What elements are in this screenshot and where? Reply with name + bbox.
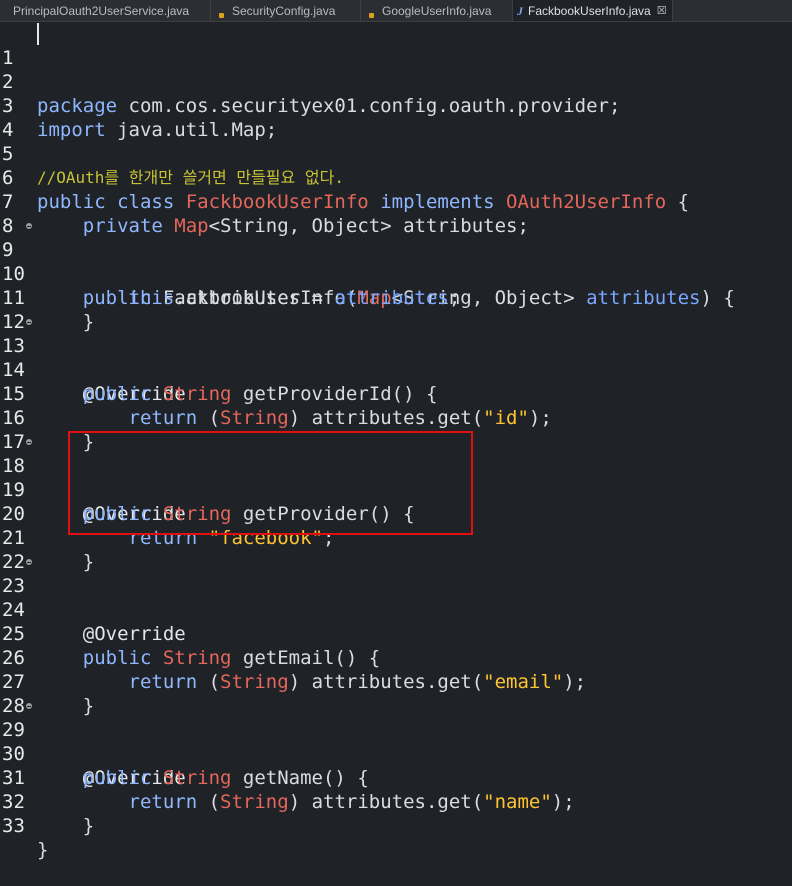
- tab-fackbook-user-info[interactable]: J FackbookUserInfo.java ☒: [513, 0, 673, 21]
- code-line: 13 @Override: [0, 310, 792, 405]
- java-file-modified-icon: [215, 4, 227, 18]
- code-line: 3 import java.util.Map;: [2, 95, 278, 141]
- code-line: 5 //OAuth를 한개만 쓸거면 만들필요 없다.: [0, 118, 792, 187]
- code-line: 10 this.attributes = attributes;: [2, 263, 461, 309]
- fold-toggle-icon[interactable]: [26, 319, 32, 325]
- code-line: 32 }: [2, 791, 95, 837]
- code-line: 31 return (String) attributes.get("name"…: [2, 767, 575, 813]
- fold-toggle-icon[interactable]: [26, 439, 32, 445]
- fold-toggle-icon[interactable]: [26, 559, 32, 565]
- code-line: 11 }: [2, 287, 95, 333]
- tab-security-config[interactable]: SecurityConfig.java: [211, 0, 361, 21]
- code-line: 33 }: [2, 815, 49, 861]
- tab-label: SecurityConfig.java: [232, 3, 336, 18]
- code-line: 30 public String getName() {: [2, 743, 369, 789]
- code-line: 26 return (String) attributes.get("email…: [2, 647, 587, 693]
- code-line: 16 }: [2, 407, 95, 453]
- close-tab-icon[interactable]: ☒: [657, 4, 667, 17]
- highlight-box: [68, 431, 473, 535]
- code-line: 28: [0, 670, 792, 717]
- code-line: 25 public String getEmail() {: [2, 623, 381, 669]
- code-line: 14 public String getProviderId() {: [2, 359, 438, 405]
- java-file-icon: [365, 4, 377, 18]
- line-number: 33: [2, 815, 25, 837]
- code-line: 8: [0, 190, 792, 237]
- tab-label: FackbookUserInfo.java: [528, 3, 651, 18]
- fold-toggle-icon[interactable]: [26, 703, 32, 709]
- tab-principal-oauth2-user-service[interactable]: PrincipalOauth2UserService.java: [0, 0, 211, 21]
- tab-google-user-info[interactable]: GoogleUserInfo.java: [361, 0, 513, 21]
- code-line: 12: [0, 286, 792, 333]
- code-editor[interactable]: 1 package com.cos.securityex01.config.oa…: [0, 22, 792, 861]
- code-line: 29 @Override: [0, 694, 792, 789]
- code-line: 23 @Override: [0, 550, 792, 645]
- code-line: 27 }: [2, 671, 95, 717]
- code-line: 15 return (String) attributes.get("id");: [2, 383, 552, 429]
- fold-toggle-icon[interactable]: [26, 223, 32, 229]
- code-line: 6 public class FackbookUserInfo implemen…: [2, 167, 690, 213]
- code-line: 4: [0, 94, 792, 141]
- code-line: 17: [0, 406, 792, 453]
- code-line: 2: [0, 46, 792, 93]
- code-line: 9 public FackbookUserInfo(Map<String, Ob…: [0, 214, 792, 309]
- code-line: 24: [0, 574, 792, 621]
- text-cursor: [37, 23, 39, 45]
- code-line: 7 private Map<String, Object> attributes…: [2, 191, 529, 237]
- code-line: 1 package com.cos.securityex01.config.oa…: [0, 22, 792, 117]
- java-class-icon: J: [517, 3, 523, 18]
- tab-label: PrincipalOauth2UserService.java: [13, 3, 190, 18]
- tab-label: GoogleUserInfo.java: [382, 3, 492, 18]
- editor-tab-bar: PrincipalOauth2UserService.java Security…: [0, 0, 792, 22]
